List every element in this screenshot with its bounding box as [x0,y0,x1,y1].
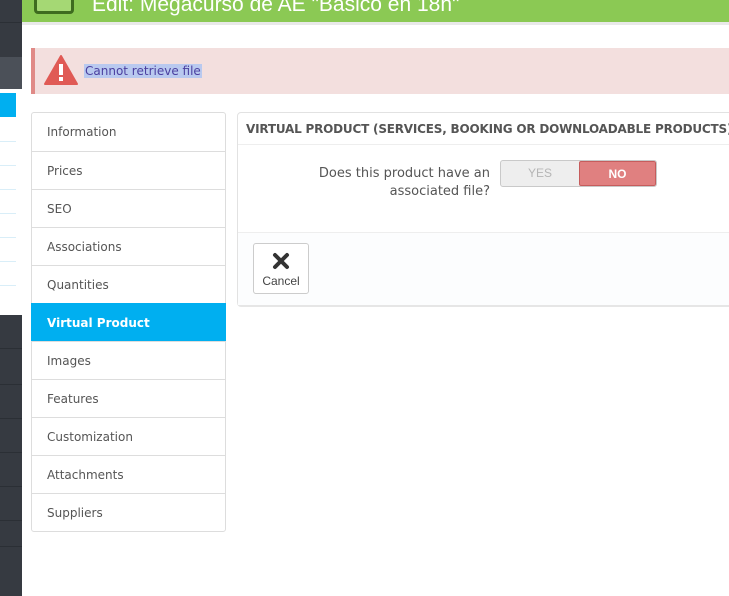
tab-seo[interactable]: SEO [32,189,225,227]
error-alert: Cannot retrieve file [31,48,729,94]
product-icon [34,0,74,14]
toggle-yes-option[interactable]: YES [501,161,579,186]
warning-triangle-icon [44,55,78,85]
tab-attachments[interactable]: Attachments [32,455,225,493]
page-header: Edit: Megacurso de AE "Básico en 18h" [22,0,729,22]
product-tabs: Information Prices SEO Associations Quan… [31,112,226,532]
tab-associations[interactable]: Associations [32,227,225,265]
panel-heading: VIRTUAL PRODUCT (SERVICES, BOOKING OR DO… [238,113,729,145]
virtual-product-panel: VIRTUAL PRODUCT (SERVICES, BOOKING OR DO… [237,112,729,305]
cancel-label: Cancel [262,274,300,288]
toggle-no-option[interactable]: NO [579,161,656,186]
tab-images[interactable]: Images [32,341,225,379]
alert-message: Cannot retrieve file [84,64,202,78]
sidebar-submenu-item[interactable] [0,165,16,166]
sidebar-divider [0,22,22,23]
sidebar-divider [0,418,22,419]
sidebar-divider [0,486,22,487]
close-icon [273,253,289,269]
tab-virtual-product[interactable]: Virtual Product [31,303,226,341]
tab-suppliers[interactable]: Suppliers [32,493,225,531]
cancel-button[interactable]: Cancel [253,243,309,294]
sidebar-submenu-item-active[interactable] [0,93,16,117]
sidebar-divider [0,452,22,453]
tab-features[interactable]: Features [32,379,225,417]
sidebar-submenu-item[interactable] [0,213,16,214]
sidebar-divider [0,384,22,385]
sidebar-submenu-item[interactable] [0,261,16,262]
sidebar-divider [0,520,22,521]
header-divider [22,22,729,25]
admin-sidebar [0,0,22,596]
panel-footer: Cancel [238,232,729,305]
tab-quantities[interactable]: Quantities [32,265,225,303]
tab-information[interactable]: Information [32,113,225,151]
sidebar-divider [0,348,22,349]
sidebar-submenu [0,89,22,315]
sidebar-submenu-item[interactable] [0,237,16,238]
sidebar-submenu-item[interactable] [0,141,16,142]
tab-customization[interactable]: Customization [32,417,225,455]
page-title: Edit: Megacurso de AE "Básico en 18h" [92,0,460,16]
sidebar-divider [0,546,22,547]
tab-prices[interactable]: Prices [32,151,225,189]
sidebar-submenu-item[interactable] [0,189,16,190]
sidebar-submenu-item[interactable] [0,285,16,286]
associated-file-toggle: YES NO [500,160,657,187]
associated-file-label: Does this product have an associated fil… [318,166,490,199]
sidebar-item-catalog[interactable] [0,57,22,89]
